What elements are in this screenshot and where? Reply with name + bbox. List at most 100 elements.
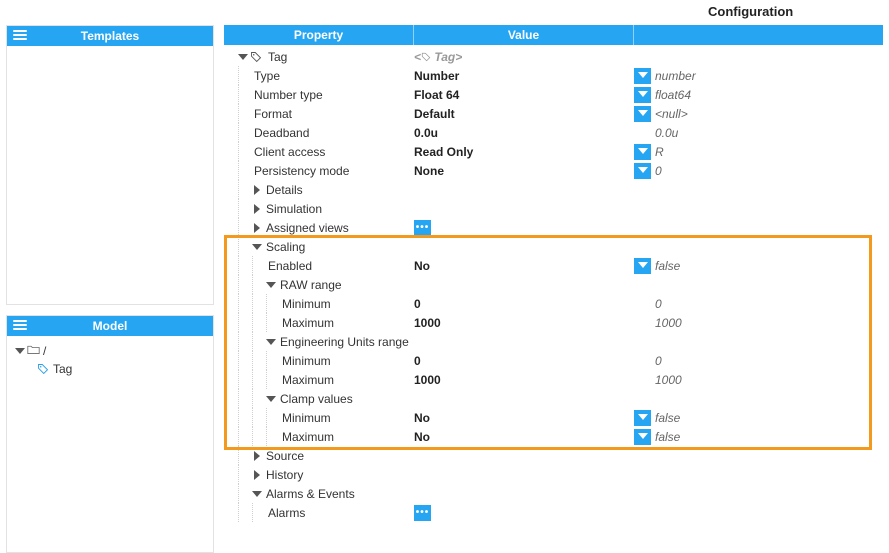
row-label: Persistency mode [252, 164, 349, 178]
row-persistency[interactable]: Persistency mode None 0 [224, 161, 883, 180]
page-title: Configuration [0, 0, 889, 25]
row-label: Minimum [280, 297, 331, 311]
dropdown-button[interactable] [634, 106, 651, 122]
caret-icon[interactable] [252, 223, 262, 233]
dropdown-button[interactable] [634, 68, 651, 84]
row-label: Simulation [264, 202, 322, 216]
row-label: Format [252, 107, 292, 121]
caret-icon[interactable] [252, 489, 262, 499]
row-details[interactable]: Details [224, 180, 883, 199]
row-scaling-enabled[interactable]: Enabled No false [224, 256, 883, 275]
row-scaling[interactable]: Scaling [224, 237, 883, 256]
row-source[interactable]: Source [224, 446, 883, 465]
row-label: Number type [252, 88, 323, 102]
row-value: 0 [414, 354, 421, 368]
row-ext: false [655, 411, 680, 425]
row-ext: 0 [655, 164, 662, 178]
row-simulation[interactable]: Simulation [224, 199, 883, 218]
dropdown-button[interactable] [634, 163, 651, 179]
dropdown-button[interactable] [634, 410, 651, 426]
row-label: Scaling [264, 240, 305, 254]
grid-columns: Property Value [224, 25, 883, 45]
row-ext: 1000 [655, 373, 682, 387]
row-eu-range[interactable]: Engineering Units range [224, 332, 883, 351]
caret-icon[interactable] [252, 185, 262, 195]
row-raw-max[interactable]: Maximum 1000 1000 [224, 313, 883, 332]
row-eu-min[interactable]: Minimum 0 0 [224, 351, 883, 370]
row-label: Client access [252, 145, 325, 159]
caret-icon[interactable] [252, 242, 262, 252]
row-value: Read Only [414, 145, 473, 159]
row-ext: 0.0u [655, 126, 678, 140]
row-ext: false [655, 259, 680, 273]
row-label: Minimum [280, 354, 331, 368]
dropdown-button[interactable] [634, 429, 651, 445]
row-value: 1000 [414, 373, 441, 387]
row-label: Type [252, 69, 280, 83]
row-clamp-max[interactable]: Maximum No false [224, 427, 883, 446]
row-value: None [414, 164, 444, 178]
row-raw-min[interactable]: Minimum 0 0 [224, 294, 883, 313]
model-tag-label: Tag [53, 362, 72, 376]
row-label: Source [264, 449, 304, 463]
row-clamp-min[interactable]: Minimum No false [224, 408, 883, 427]
row-label: Tag [266, 50, 287, 64]
row-number-type[interactable]: Number type Float 64 float64 [224, 85, 883, 104]
row-value: 0 [414, 297, 421, 311]
hamburger-icon[interactable] [13, 28, 27, 42]
row-label: Clamp values [278, 392, 353, 406]
row-value: 0.0u [414, 126, 438, 140]
row-type[interactable]: Type Number number [224, 66, 883, 85]
dropdown-button[interactable] [634, 87, 651, 103]
row-assigned-views[interactable]: Assigned views ••• [224, 218, 883, 237]
row-label: Assigned views [264, 221, 349, 235]
model-tag-row[interactable]: Tag [15, 360, 205, 378]
row-value: No [414, 411, 430, 425]
row-ext: 0 [655, 354, 662, 368]
column-extra [634, 25, 883, 45]
row-label: History [264, 468, 303, 482]
row-label: Minimum [280, 411, 331, 425]
dropdown-button[interactable] [634, 144, 651, 160]
row-label: Deadband [252, 126, 309, 140]
more-button[interactable]: ••• [414, 505, 431, 521]
row-eu-max[interactable]: Maximum 1000 1000 [224, 370, 883, 389]
row-alarms[interactable]: Alarms ••• [224, 503, 883, 522]
more-button[interactable]: ••• [414, 220, 431, 236]
row-ext: 1000 [655, 316, 682, 330]
row-value: No [414, 259, 430, 273]
row-value: Default [414, 107, 455, 121]
caret-icon[interactable] [238, 52, 248, 62]
row-tag[interactable]: Tag < Tag> [224, 47, 883, 66]
caret-icon[interactable] [266, 337, 276, 347]
row-ext: false [655, 430, 680, 444]
row-client-access[interactable]: Client access Read Only R [224, 142, 883, 161]
caret-icon[interactable] [15, 346, 25, 356]
row-history[interactable]: History [224, 465, 883, 484]
templates-header-label: Templates [81, 29, 139, 43]
hamburger-icon[interactable] [13, 318, 27, 332]
caret-icon[interactable] [252, 204, 262, 214]
row-format[interactable]: Format Default <null> [224, 104, 883, 123]
row-deadband[interactable]: Deadband 0.0u 0.0u [224, 123, 883, 142]
row-label: Maximum [280, 430, 334, 444]
row-label: Alarms [266, 506, 305, 520]
row-alarms-events[interactable]: Alarms & Events [224, 484, 883, 503]
model-panel: Model / Tag [6, 315, 214, 553]
model-header-label: Model [93, 319, 128, 333]
templates-panel: Templates [6, 25, 214, 305]
row-raw-range[interactable]: RAW range [224, 275, 883, 294]
row-label: Alarms & Events [264, 487, 355, 501]
caret-icon[interactable] [252, 470, 262, 480]
row-ext: 0 [655, 297, 662, 311]
model-root-row[interactable]: / [15, 342, 205, 360]
row-value: Float 64 [414, 88, 459, 102]
row-value: 1000 [414, 316, 441, 330]
property-grid: Tag < Tag> Type Number number Number typ… [224, 45, 883, 553]
row-clamp[interactable]: Clamp values [224, 389, 883, 408]
dropdown-button[interactable] [634, 258, 651, 274]
caret-icon[interactable] [266, 394, 276, 404]
caret-icon[interactable] [266, 280, 276, 290]
folder-icon [27, 343, 40, 359]
caret-icon[interactable] [252, 451, 262, 461]
